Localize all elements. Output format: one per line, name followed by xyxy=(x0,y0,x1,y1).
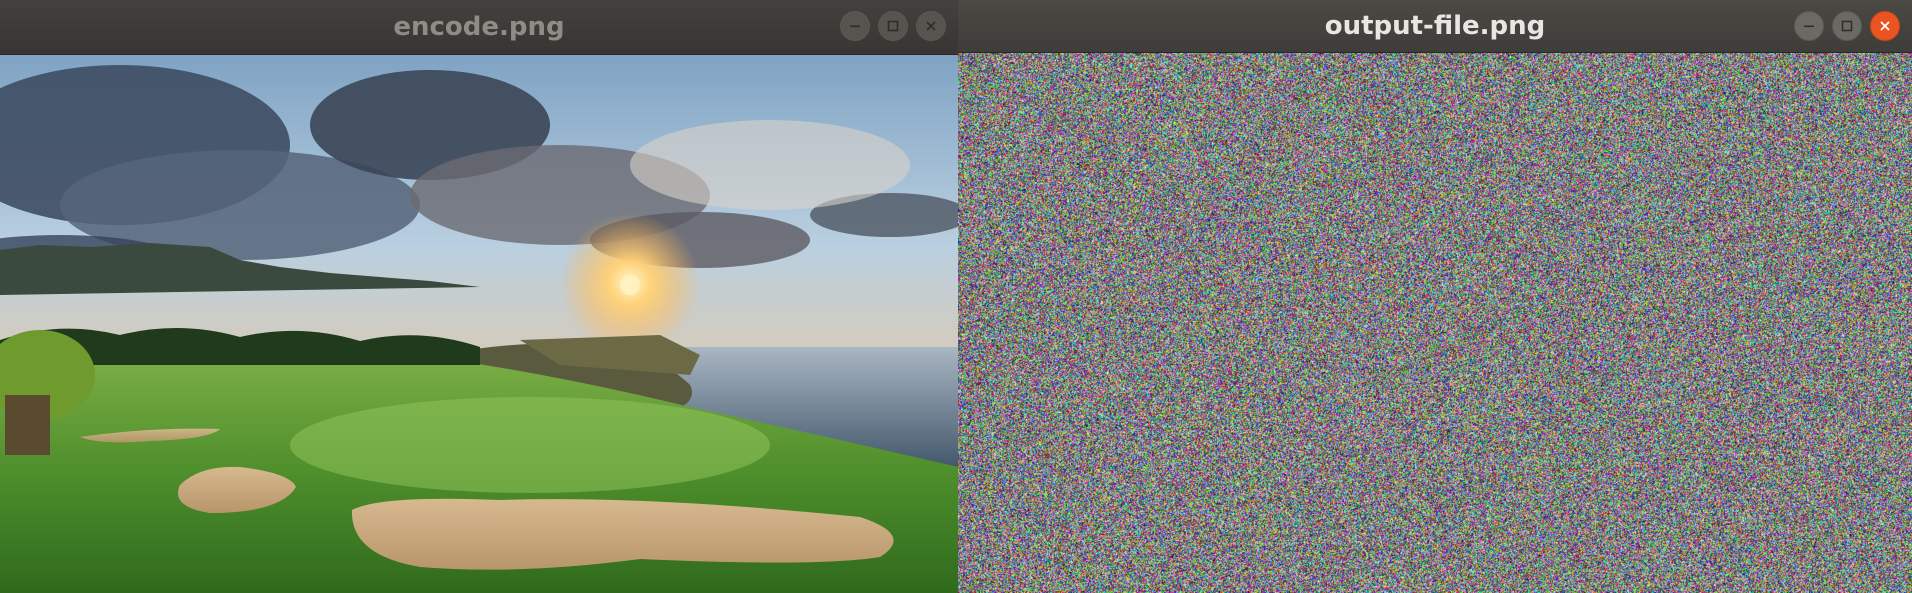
minimize-icon xyxy=(850,25,860,28)
maximize-button[interactable] xyxy=(1832,11,1862,41)
window-controls xyxy=(1794,11,1900,41)
window-controls xyxy=(840,11,946,41)
close-icon xyxy=(1880,21,1890,31)
window-titlebar[interactable]: output-file.png xyxy=(958,0,1912,53)
window-titlebar[interactable]: encode.png xyxy=(0,0,958,55)
maximize-button[interactable] xyxy=(878,11,908,41)
maximize-icon xyxy=(1841,20,1853,32)
window-title: output-file.png xyxy=(1324,11,1546,41)
golf-course-sunset-image xyxy=(0,55,958,593)
image-viewport xyxy=(0,55,958,593)
noise-image xyxy=(958,53,1912,593)
encode-image-window[interactable]: encode.png xyxy=(0,0,958,593)
image-viewport xyxy=(958,53,1912,593)
close-button[interactable] xyxy=(916,11,946,41)
output-file-window[interactable]: output-file.png xyxy=(958,0,1912,593)
maximize-icon xyxy=(887,20,899,32)
minimize-icon xyxy=(1804,25,1814,28)
minimize-button[interactable] xyxy=(840,11,870,41)
window-title: encode.png xyxy=(393,12,565,42)
close-button[interactable] xyxy=(1870,11,1900,41)
minimize-button[interactable] xyxy=(1794,11,1824,41)
close-icon xyxy=(926,21,936,31)
